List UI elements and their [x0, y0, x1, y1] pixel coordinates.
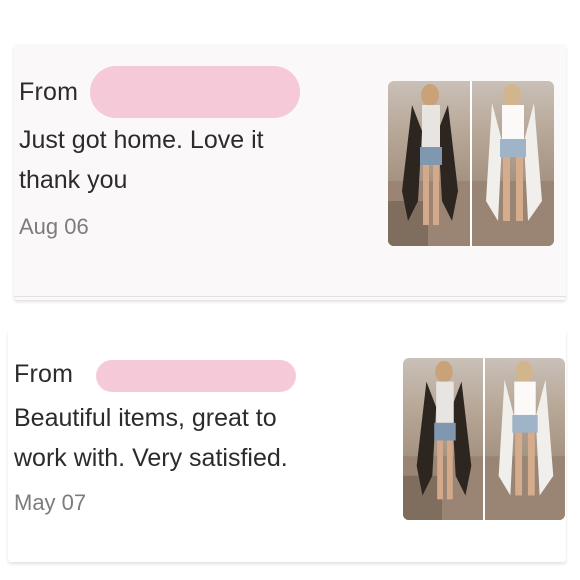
- review-date: Aug 06: [19, 214, 89, 239]
- review-message-line: Beautiful items, great to: [14, 404, 277, 432]
- product-photo-image: [388, 81, 554, 246]
- product-photo-image: [403, 358, 565, 520]
- from-label: From: [14, 360, 74, 388]
- from-label: From: [19, 78, 79, 106]
- review-date: May 07: [14, 490, 87, 515]
- review-message-line: work with. Very satisfied.: [14, 444, 288, 472]
- product-thumbnail[interactable]: [403, 358, 565, 520]
- review-message-line: thank you: [19, 166, 128, 194]
- redacted-username: [96, 360, 296, 392]
- review-message-line: Just got home. Love it: [19, 126, 264, 154]
- review-card[interactable]: From Just got home. Love it thank you Au…: [14, 44, 566, 300]
- product-thumbnail[interactable]: [388, 81, 554, 246]
- card-divider: [14, 296, 566, 297]
- review-card[interactable]: From Beautiful items, great to work with…: [8, 330, 566, 562]
- redacted-username: [90, 66, 300, 118]
